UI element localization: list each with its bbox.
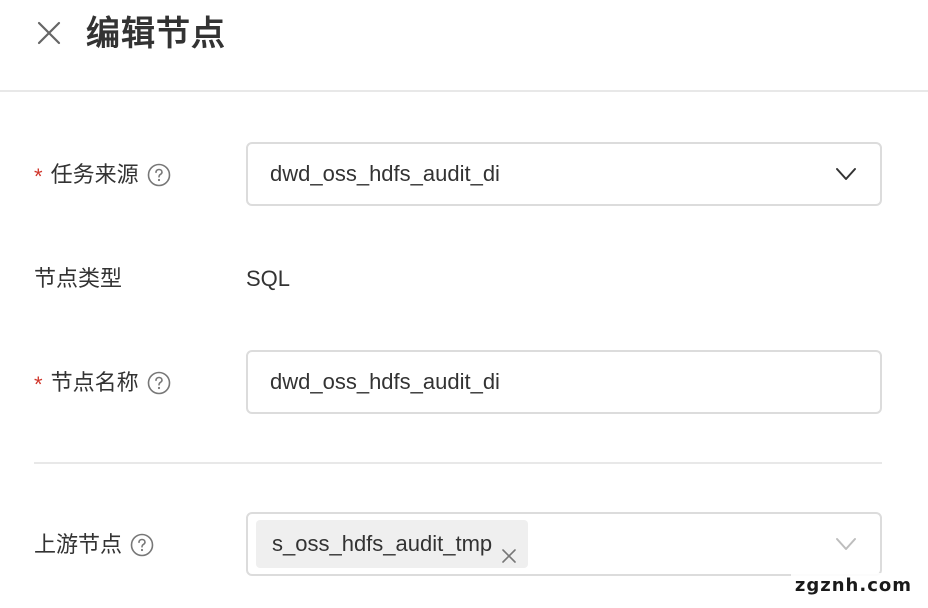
task-source-value: dwd_oss_hdfs_audit_di	[270, 161, 500, 186]
node-name-input[interactable]: dwd_oss_hdfs_audit_di	[246, 350, 882, 414]
required-mark: *	[34, 164, 43, 189]
watermark: zgznh.com	[790, 573, 916, 598]
node-name-label-group: * 节点名称	[34, 368, 171, 398]
upstream-node-tag: s_oss_hdfs_audit_tmp	[256, 520, 529, 568]
task-source-label: 任务来源	[50, 162, 139, 187]
upstream-nodes-select[interactable]: s_oss_hdfs_audit_tmp	[246, 512, 882, 576]
node-name-label: 节点名称	[50, 370, 139, 395]
chevron-down-icon[interactable]	[834, 532, 858, 556]
edit-node-panel: 编辑节点 * 任务来源 dwd_oss_hdfs_audit_di 节点类型 S…	[0, 0, 928, 608]
task-source-select[interactable]: dwd_oss_hdfs_audit_di	[246, 142, 882, 206]
close-icon[interactable]	[34, 18, 64, 48]
help-icon[interactable]	[130, 533, 154, 557]
required-mark: *	[34, 372, 43, 397]
task-source-label-group: * 任务来源	[34, 160, 171, 190]
node-name-value: dwd_oss_hdfs_audit_di	[270, 369, 500, 394]
node-type-label-group: 节点类型	[34, 264, 122, 294]
node-type-label: 节点类型	[34, 266, 123, 291]
remove-tag-icon[interactable]	[500, 534, 518, 563]
upstream-nodes-label: 上游节点	[34, 532, 123, 557]
page-title: 编辑节点	[86, 15, 226, 53]
node-type-value: SQL	[246, 266, 291, 291]
chevron-down-icon[interactable]	[834, 162, 858, 186]
upstream-node-tag-label: s_oss_hdfs_audit_tmp	[272, 531, 493, 556]
help-icon[interactable]	[147, 371, 171, 395]
section-divider	[34, 462, 882, 464]
upstream-nodes-label-group: 上游节点	[34, 530, 154, 560]
help-icon[interactable]	[147, 163, 171, 187]
panel-header: 编辑节点	[0, 0, 928, 92]
